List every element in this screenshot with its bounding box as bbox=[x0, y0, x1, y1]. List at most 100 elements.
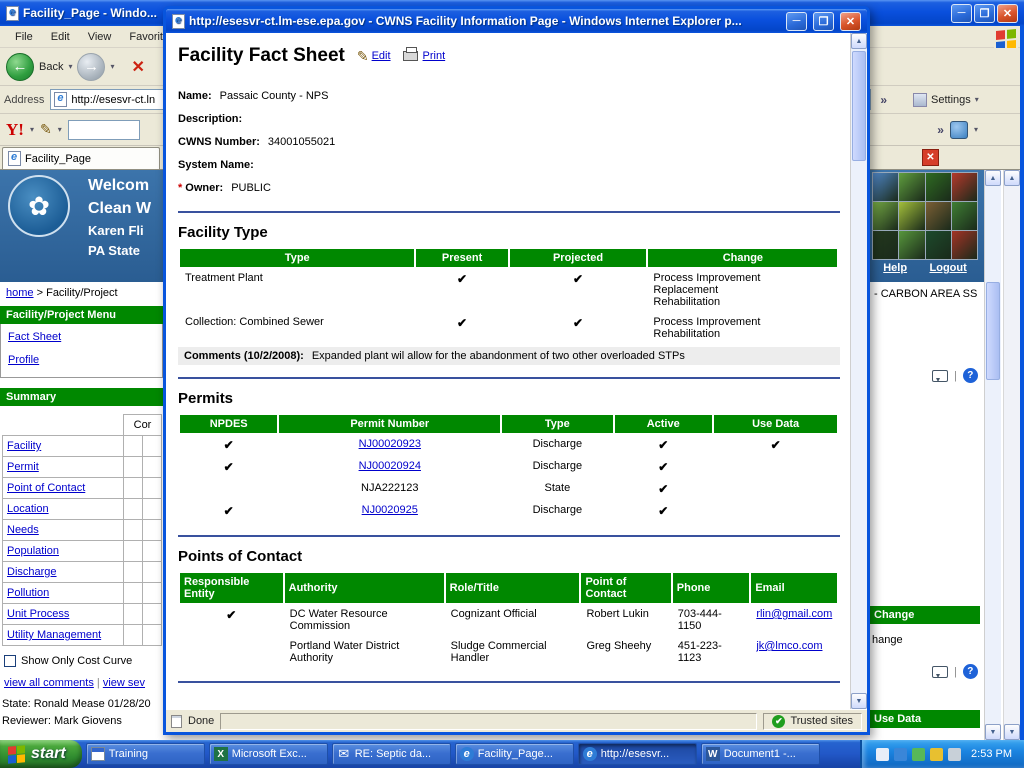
close-icon[interactable]: ✕ bbox=[997, 4, 1018, 23]
forward-button[interactable]: → bbox=[77, 53, 105, 81]
sidebar-link[interactable]: Fact Sheet bbox=[8, 331, 155, 343]
help-icon[interactable]: ? bbox=[963, 664, 978, 679]
menu-item-file[interactable]: File bbox=[6, 29, 42, 45]
stop-icon[interactable]: ✕ bbox=[132, 57, 145, 77]
taskbar-button[interactable]: ehttp://esesvr... bbox=[578, 743, 697, 765]
overflow-chevron-icon[interactable]: » bbox=[880, 93, 887, 107]
overflow-chevron-icon[interactable]: » bbox=[937, 123, 944, 137]
cost-curve-checkbox[interactable] bbox=[4, 655, 16, 667]
photo-thumbnail[interactable] bbox=[952, 173, 977, 201]
tab-facility-page[interactable]: Facility_Page bbox=[2, 147, 160, 169]
settings-menu[interactable]: Settings ▾ bbox=[913, 93, 979, 107]
summary-link[interactable]: Discharge bbox=[7, 566, 57, 578]
help-link[interactable]: Help bbox=[883, 262, 907, 274]
taskbar-button[interactable]: XMicrosoft Exc... bbox=[209, 743, 328, 765]
view-link[interactable]: view sev bbox=[103, 677, 145, 689]
yahoo-search-input[interactable] bbox=[68, 120, 140, 140]
pencil-icon[interactable]: ✎ bbox=[40, 121, 52, 138]
logout-link[interactable]: Logout bbox=[930, 262, 967, 274]
summary-link[interactable]: Pollution bbox=[7, 587, 49, 599]
edit-link[interactable]: Edit bbox=[372, 50, 391, 62]
summary-link[interactable]: Location bbox=[7, 503, 49, 515]
photo-thumbnail[interactable] bbox=[952, 202, 977, 230]
taskbar-button[interactable]: eFacility_Page... bbox=[455, 743, 574, 765]
summary-link[interactable]: Population bbox=[7, 545, 59, 557]
scrollbar-thumb[interactable] bbox=[986, 282, 1000, 380]
photo-thumbnail[interactable] bbox=[873, 231, 898, 259]
breadcrumb-home-link[interactable]: home bbox=[6, 287, 34, 299]
statusbar-panel bbox=[220, 713, 757, 730]
forward-dropdown-icon[interactable]: ▾ bbox=[110, 62, 114, 71]
photo-thumbnail[interactable] bbox=[873, 202, 898, 230]
photo-thumbnail[interactable] bbox=[952, 231, 977, 259]
taskbar-button[interactable]: ✉RE: Septic da... bbox=[332, 743, 451, 765]
photo-thumbnail[interactable] bbox=[873, 173, 898, 201]
page-scrollbar[interactable]: ▲ ▼ bbox=[984, 170, 1001, 740]
tray-antivirus-icon[interactable] bbox=[912, 748, 925, 761]
permit-type: Discharge bbox=[502, 457, 612, 477]
summary-link[interactable]: Facility bbox=[7, 440, 41, 452]
view-all-comments-link[interactable]: view all comments bbox=[4, 677, 94, 689]
chevron-down-icon[interactable]: ▾ bbox=[974, 125, 978, 134]
maximize-icon[interactable]: ❐ bbox=[813, 12, 834, 31]
yahoo-logo[interactable]: Y! bbox=[6, 120, 24, 140]
photo-thumbnail[interactable] bbox=[899, 173, 924, 201]
globe-icon[interactable] bbox=[950, 121, 968, 139]
taskbar-button[interactable]: WDocument1 -... bbox=[701, 743, 820, 765]
summary-link[interactable]: Permit bbox=[7, 461, 39, 473]
help-icon[interactable]: ? bbox=[963, 368, 978, 383]
permit-row: ✔NJ00020924Discharge✔ bbox=[180, 457, 837, 477]
tray-volume-icon[interactable] bbox=[948, 748, 961, 761]
chevron-down-icon[interactable]: ▾ bbox=[30, 125, 34, 134]
pencil-icon: ✎ bbox=[357, 48, 369, 65]
window-scrollbar[interactable]: ▲ ▼ bbox=[1003, 170, 1020, 740]
popup-titlebar[interactable]: http://esesvr-ct.lm-ese.epa.gov - CWNS F… bbox=[166, 9, 867, 33]
popup-scrollbar[interactable]: ▲ ▼ bbox=[850, 33, 867, 709]
maximize-icon[interactable]: ❐ bbox=[974, 4, 995, 23]
sidebar-link[interactable]: Profile bbox=[8, 354, 155, 366]
photo-thumbnail[interactable] bbox=[926, 202, 951, 230]
back-dropdown-icon[interactable]: ▾ bbox=[68, 62, 72, 71]
minimize-icon[interactable]: ─ bbox=[951, 4, 972, 23]
summary-cell bbox=[124, 478, 143, 499]
scroll-up-icon[interactable]: ▲ bbox=[851, 33, 867, 49]
summary-link[interactable]: Utility Management bbox=[7, 629, 101, 641]
minimize-icon[interactable]: ─ bbox=[786, 12, 807, 31]
tray-network-icon[interactable] bbox=[894, 748, 907, 761]
photo-thumbnail[interactable] bbox=[899, 231, 924, 259]
scroll-down-icon[interactable]: ▼ bbox=[851, 693, 867, 709]
back-button[interactable]: ← bbox=[6, 53, 34, 81]
summary-link[interactable]: Point of Contact bbox=[7, 482, 85, 494]
start-button[interactable]: start bbox=[0, 740, 82, 768]
permit-number-link[interactable]: NJ0020925 bbox=[362, 504, 418, 516]
comment-icon[interactable] bbox=[932, 666, 948, 678]
summary-link[interactable]: Needs bbox=[7, 524, 39, 536]
photo-thumbnail[interactable] bbox=[926, 173, 951, 201]
close-icon[interactable]: ✕ bbox=[840, 12, 861, 31]
photo-thumbnail[interactable] bbox=[899, 202, 924, 230]
tray-shield-icon[interactable] bbox=[930, 748, 943, 761]
summary-link[interactable]: Unit Process bbox=[7, 608, 69, 620]
scroll-up-icon[interactable]: ▲ bbox=[985, 170, 1001, 186]
scrollbar-thumb[interactable] bbox=[852, 51, 866, 161]
print-link[interactable]: Print bbox=[423, 50, 446, 62]
email-link[interactable]: jk@lmco.com bbox=[756, 640, 822, 652]
comment-icon[interactable] bbox=[932, 370, 948, 382]
scroll-down-icon[interactable]: ▼ bbox=[985, 724, 1001, 740]
scroll-down-icon[interactable]: ▼ bbox=[1004, 724, 1020, 740]
photo-thumbnail[interactable] bbox=[926, 231, 951, 259]
taskbar-button[interactable]: Training bbox=[86, 743, 205, 765]
close-icon[interactable]: ✕ bbox=[922, 149, 939, 166]
scroll-up-icon[interactable]: ▲ bbox=[1004, 170, 1020, 186]
menu-item-edit[interactable]: Edit bbox=[42, 29, 79, 45]
tray-hide-icon[interactable] bbox=[876, 748, 889, 761]
permit-number-link[interactable]: NJ00020923 bbox=[359, 438, 421, 450]
chevron-down-icon[interactable]: ▾ bbox=[58, 125, 62, 134]
menu-item-view[interactable]: View bbox=[79, 29, 121, 45]
permit-number-link[interactable]: NJ00020924 bbox=[359, 460, 421, 472]
contacts-body: ✔DC Water Resource CommissionCognizant O… bbox=[180, 605, 837, 667]
column-header: Email bbox=[751, 573, 837, 603]
facility-type-name: Collection: Combined Sewer bbox=[180, 313, 414, 343]
email-link[interactable]: rlin@gmail.com bbox=[756, 608, 832, 620]
address-label: Address bbox=[4, 94, 44, 106]
